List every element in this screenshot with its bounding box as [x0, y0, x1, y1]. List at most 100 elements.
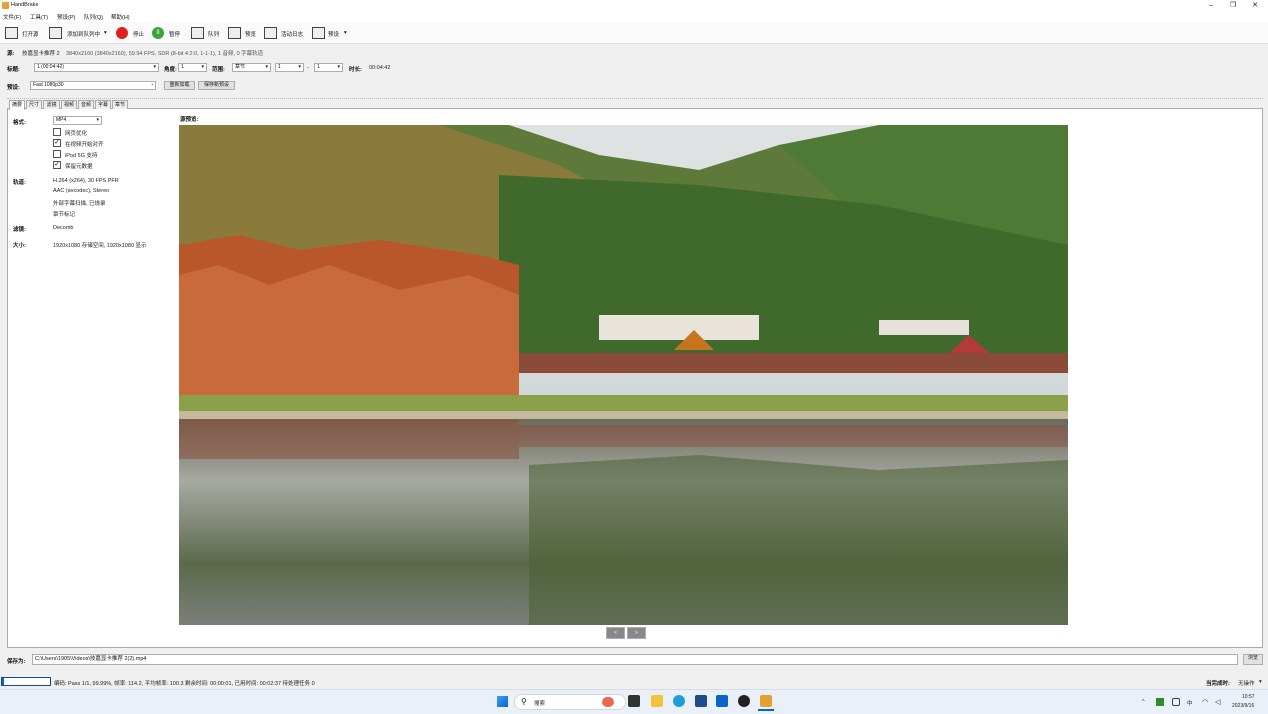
- chevron-right-icon: ›: [151, 82, 153, 88]
- angle-select-value: 1: [181, 64, 184, 70]
- file-explorer-icon[interactable]: [651, 695, 663, 707]
- filters-value: Decomb: [53, 225, 74, 231]
- tab-chapters[interactable]: 章节: [112, 100, 128, 109]
- menu-file[interactable]: 文件(F): [3, 13, 21, 21]
- next-preview-button[interactable]: >: [627, 627, 646, 639]
- format-select[interactable]: MP4 ▾: [53, 116, 102, 125]
- task-view-icon[interactable]: [628, 695, 640, 707]
- chevron-down-icon: ▾: [153, 64, 156, 70]
- preview-icon[interactable]: [228, 27, 241, 39]
- title-select[interactable]: 1 (00:04:42) ▾: [34, 63, 159, 72]
- clock-time[interactable]: 10:57: [1242, 694, 1255, 700]
- size-value: 1920x1080 存储空间, 1920x1080 显示: [53, 243, 147, 249]
- ipod-support-label: iPod 5G 支持: [65, 153, 98, 159]
- keep-metadata-checkbox[interactable]: ✓: [53, 161, 61, 169]
- stop-button[interactable]: 停止: [133, 30, 144, 38]
- minimize-icon[interactable]: –: [1200, 0, 1222, 11]
- format-label: 格式:: [13, 120, 26, 126]
- maximize-icon[interactable]: ❐: [1222, 0, 1244, 11]
- tray-overflow-icon[interactable]: ^: [1142, 699, 1145, 705]
- align-start-label: 在视频开始对齐: [65, 142, 104, 148]
- close-icon[interactable]: ✕: [1244, 0, 1266, 11]
- tab-filters[interactable]: 滤镜: [43, 100, 60, 109]
- source-preview-label: 源预览:: [180, 117, 199, 123]
- align-start-checkbox[interactable]: ✓: [53, 139, 61, 147]
- source-preview-image: [179, 125, 1068, 625]
- search-icon: ⚲: [521, 697, 527, 706]
- preset-label: 预设:: [7, 85, 20, 91]
- ipod-support-checkbox[interactable]: [53, 150, 61, 158]
- save-new-preset-button[interactable]: 保存新预设: [198, 81, 235, 90]
- menu-queue[interactable]: 队列(Q): [84, 13, 103, 21]
- menu-help[interactable]: 帮助(H): [111, 13, 130, 21]
- divider: [7, 98, 1263, 99]
- encode-progress-bar: [1, 677, 51, 686]
- menu-bar: [0, 11, 1268, 22]
- activity-log-icon[interactable]: [264, 27, 277, 39]
- activity-log-button[interactable]: 活动日志: [281, 30, 303, 38]
- size-label: 大小:: [13, 243, 26, 249]
- tab-video[interactable]: 视频: [61, 100, 77, 109]
- open-source-icon[interactable]: [5, 27, 18, 39]
- preview-button[interactable]: 预览: [245, 30, 256, 38]
- previous-preview-button[interactable]: <: [606, 627, 625, 639]
- wifi-icon[interactable]: ◠: [1202, 698, 1208, 706]
- angle-select[interactable]: 1 ▾: [178, 63, 207, 72]
- search-highlight-icon: [602, 697, 614, 707]
- tray-cloud-icon[interactable]: [1172, 698, 1180, 706]
- when-done-select[interactable]: 无操作: [1238, 679, 1255, 687]
- open-source-button[interactable]: 打开源: [22, 30, 39, 38]
- tab-dimensions[interactable]: 尺寸: [26, 100, 42, 109]
- window-title: HandBrake: [11, 2, 39, 8]
- tab-subtitles[interactable]: 字幕: [95, 100, 111, 109]
- tab-summary[interactable]: 摘要: [9, 100, 25, 110]
- title-select-value: 1 (00:04:42): [37, 64, 64, 70]
- duration-label: 时长:: [349, 67, 362, 73]
- tab-audio[interactable]: 音频: [78, 100, 94, 109]
- queue-button[interactable]: 队列: [208, 30, 219, 38]
- chevron-down-icon: ▾: [1259, 679, 1262, 685]
- web-optimized-checkbox[interactable]: [53, 128, 61, 136]
- track-audio: AAC (avcodec), Stereo: [53, 188, 110, 194]
- range-type-select[interactable]: 章节 ▾: [232, 63, 271, 72]
- title-bar: [0, 0, 1268, 11]
- add-to-queue-icon[interactable]: [49, 27, 62, 39]
- track-video: H.264 (x264), 30 FPS PFR: [53, 178, 119, 184]
- presets-dropdown-icon[interactable]: ▾: [344, 30, 347, 36]
- track-chapters: 章节标记: [53, 212, 76, 218]
- add-to-queue-button[interactable]: 添加到队列中: [67, 30, 100, 38]
- stop-icon[interactable]: [116, 27, 128, 39]
- taskbar-search-placeholder: 搜索: [534, 701, 546, 707]
- destination-path-input[interactable]: C:\Users\1905\Videos\技嘉显卡推荐 2(2).mp4: [32, 654, 1238, 665]
- filters-label: 滤镜:: [13, 227, 26, 233]
- source-label: 源:: [7, 51, 15, 57]
- preset-select[interactable]: Fast 1080p30 ›: [30, 81, 156, 90]
- menu-tools[interactable]: 工具(T): [30, 13, 48, 21]
- browse-button[interactable]: 浏览: [1243, 654, 1263, 665]
- edge-browser-icon[interactable]: [673, 695, 685, 707]
- when-done-label: 当完成时:: [1206, 681, 1230, 687]
- encode-progress-fill: [2, 678, 4, 685]
- range-from-select[interactable]: 1 ▾: [275, 63, 304, 72]
- queue-icon[interactable]: [191, 27, 204, 39]
- outlook-icon[interactable]: [716, 695, 728, 707]
- app-icon[interactable]: [738, 695, 750, 707]
- input-method-indicator[interactable]: 中: [1187, 699, 1193, 707]
- range-to-select[interactable]: 1 ▾: [314, 63, 343, 72]
- track-subtitle: 外部字幕扫描, 已烧录: [53, 201, 106, 207]
- speaker-icon[interactable]: ◁: [1215, 698, 1220, 706]
- presets-button[interactable]: 预设: [328, 30, 339, 38]
- handbrake-taskbar-icon[interactable]: [760, 695, 772, 707]
- pause-button[interactable]: 暂停: [169, 30, 180, 38]
- menu-presets[interactable]: 预设(P): [57, 13, 75, 21]
- windows-start-icon[interactable]: [497, 696, 508, 707]
- add-queue-dropdown-icon[interactable]: ▾: [104, 30, 107, 36]
- tray-app-icon[interactable]: [1156, 698, 1164, 706]
- chevron-down-icon: ▾: [265, 64, 268, 70]
- pause-icon[interactable]: II: [152, 27, 164, 39]
- store-icon[interactable]: [695, 695, 707, 707]
- clock-date[interactable]: 2023/9/16: [1232, 703, 1254, 709]
- chevron-down-icon: ▾: [298, 64, 301, 70]
- reload-preset-button[interactable]: 重新加载: [164, 81, 195, 90]
- presets-icon[interactable]: [312, 27, 325, 39]
